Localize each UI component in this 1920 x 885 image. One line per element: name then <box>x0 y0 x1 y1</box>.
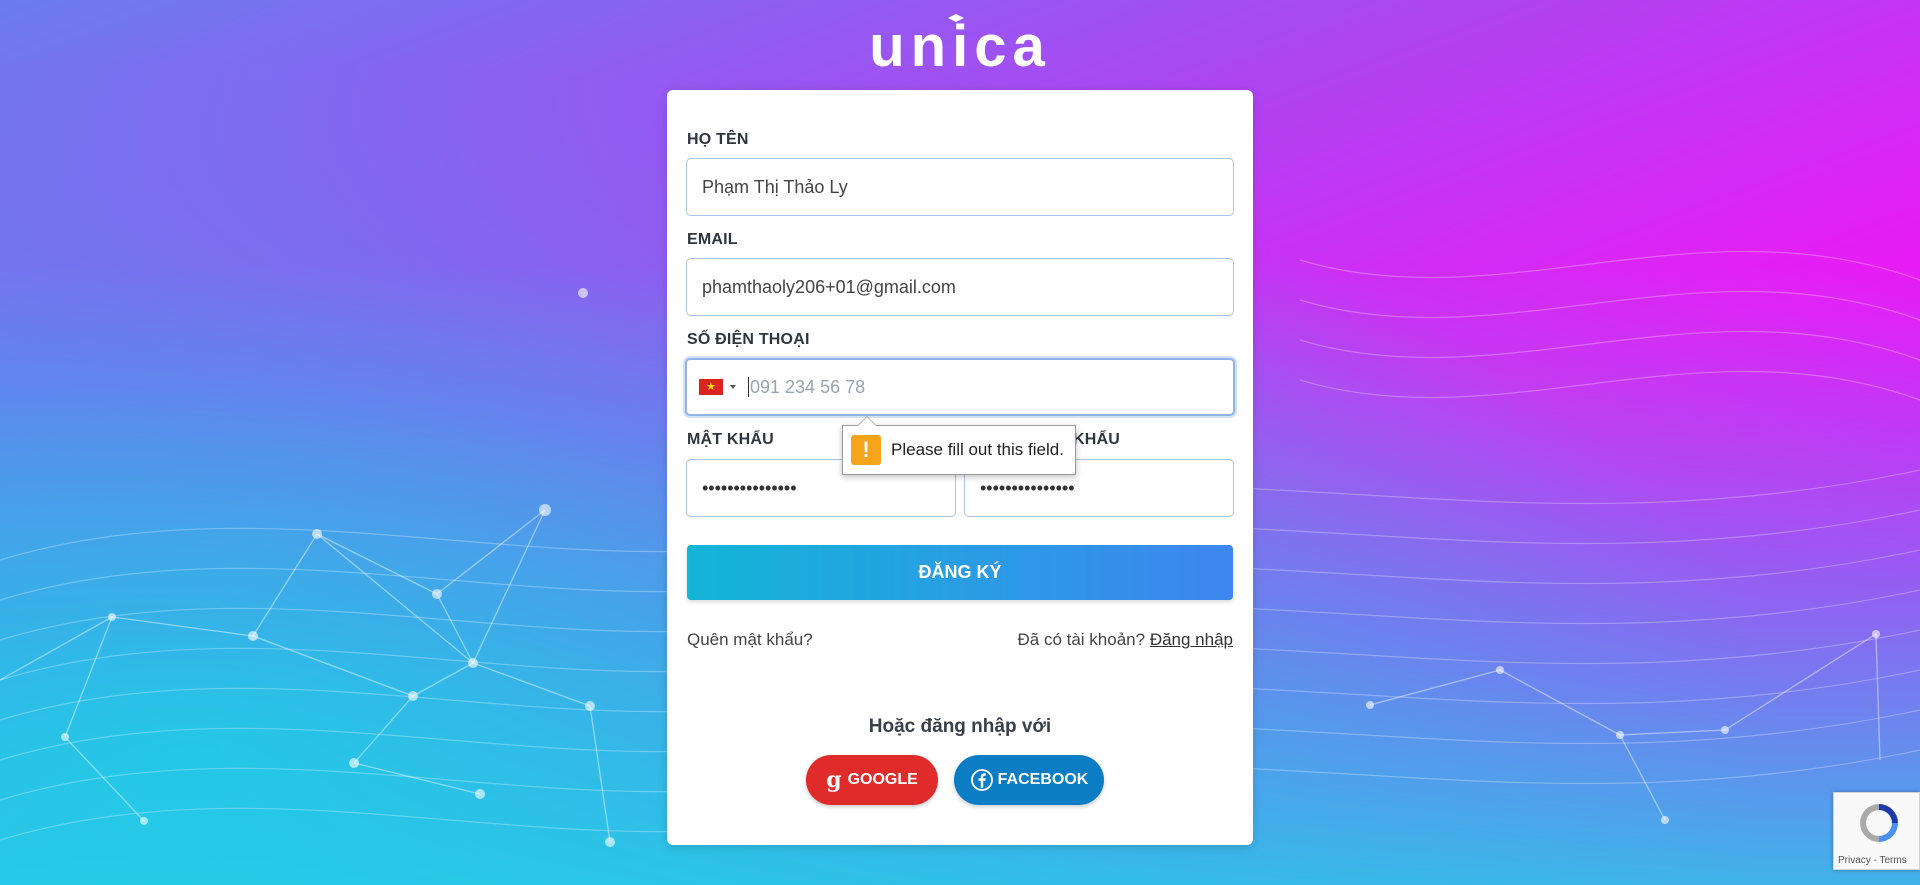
phone-label: SỐ ĐIỆN THOẠI <box>687 331 810 348</box>
phone-field[interactable]: ★ 091 234 56 78 <box>685 358 1235 416</box>
confirm-password-value: ••••••••••••••• <box>980 477 1075 498</box>
login-prompt: Đã có tài khoản? Đăng nhập <box>1017 630 1233 650</box>
password-value: ••••••••••••••• <box>702 477 797 498</box>
warning-icon: ! <box>851 435 881 465</box>
password-label: MẬT KHẨU <box>687 431 774 448</box>
register-button[interactable]: ĐĂNG KÝ <box>687 545 1233 600</box>
phone-placeholder: 091 234 56 78 <box>750 376 866 397</box>
country-dropdown-icon[interactable] <box>730 385 736 389</box>
email-label: EMAIL <box>687 231 738 248</box>
recaptcha-icon <box>1860 804 1898 842</box>
login-link[interactable]: Đăng nhập <box>1150 630 1233 649</box>
name-label: HỌ TÊN <box>687 131 749 148</box>
email-value: phamthaoly206+01@gmail.com <box>702 276 956 297</box>
google-login-button[interactable]: g GOOGLE <box>806 755 938 805</box>
name-field[interactable]: Phạm Thị Thảo Ly <box>686 158 1234 216</box>
google-icon: g <box>826 767 842 793</box>
name-value: Phạm Thị Thảo Ly <box>702 176 848 197</box>
validation-message: Please fill out this field. <box>891 440 1064 459</box>
google-label: GOOGLE <box>847 771 918 788</box>
facebook-label: FACEBOOK <box>997 771 1089 788</box>
forgot-password-link[interactable]: Quên mật khẩu? <box>687 630 813 650</box>
facebook-icon <box>970 769 993 791</box>
recaptcha-text[interactable]: Privacy - Terms <box>1838 855 1907 866</box>
validation-tooltip: ! Please fill out this field. <box>842 416 1076 475</box>
recaptcha-badge[interactable]: Privacy - Terms <box>1833 792 1920 870</box>
facebook-login-button[interactable]: FACEBOOK <box>954 755 1104 805</box>
text-cursor <box>748 377 749 397</box>
confirm-password-label: KHẨU <box>1073 431 1121 448</box>
email-field[interactable]: phamthaoly206+01@gmail.com <box>686 258 1234 316</box>
have-account-text: Đã có tài khoản? <box>1017 630 1146 649</box>
unica-logo[interactable]: unica <box>852 12 1068 72</box>
social-login-heading: Hoặc đăng nhập với <box>868 716 1052 737</box>
vietnam-flag-icon[interactable]: ★ <box>699 379 723 395</box>
svg-text:unica: unica <box>869 14 1051 72</box>
